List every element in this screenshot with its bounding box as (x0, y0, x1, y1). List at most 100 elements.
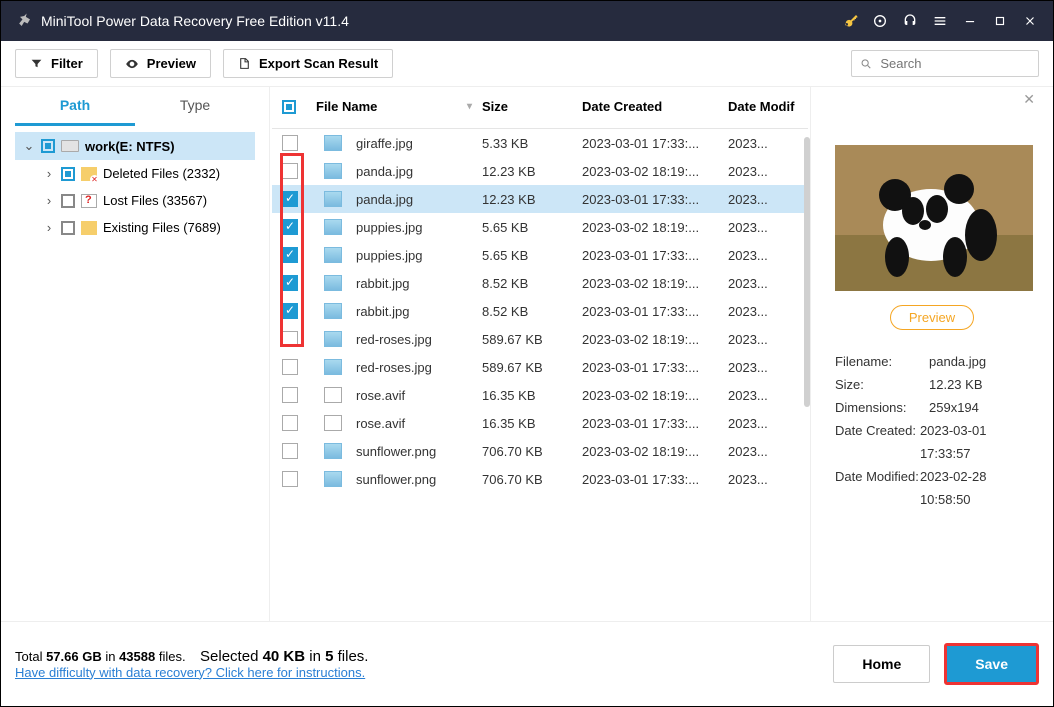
file-created: 2023-03-02 18:19:... (582, 164, 728, 179)
app-icon (15, 11, 35, 31)
filter-button[interactable]: Filter (15, 49, 98, 78)
table-row[interactable]: rose.avif16.35 KB2023-03-01 17:33:...202… (272, 409, 808, 437)
col-modified[interactable]: Date Modif (728, 99, 798, 114)
footer: Total 57.66 GB in 43588 files. Selected … (1, 621, 1053, 705)
row-checkbox[interactable] (282, 359, 298, 375)
file-modified: 2023... (728, 416, 798, 431)
table-row[interactable]: sunflower.png706.70 KB2023-03-02 18:19:.… (272, 437, 808, 465)
preview-metadata: Filename:panda.jpg Size:12.23 KB Dimensi… (835, 350, 1029, 511)
maximize-button[interactable] (985, 7, 1015, 35)
sort-icon: ▾ (467, 101, 472, 112)
col-created[interactable]: Date Created (582, 99, 728, 114)
tab-path[interactable]: Path (15, 87, 135, 126)
caret-down-icon: ⌄ (23, 138, 35, 154)
folder-lost-icon (81, 194, 97, 208)
file-modified: 2023... (728, 472, 798, 487)
file-size: 5.65 KB (482, 220, 582, 235)
table-row[interactable]: red-roses.jpg589.67 KB2023-03-02 18:19:.… (272, 325, 808, 353)
table-row[interactable]: rabbit.jpg8.52 KB2023-03-02 18:19:...202… (272, 269, 808, 297)
preview-open-button[interactable]: Preview (890, 305, 974, 330)
table-row[interactable]: giraffe.jpg5.33 KB2023-03-01 17:33:...20… (272, 129, 808, 157)
toolbar: Filter Preview Export Scan Result (1, 41, 1053, 87)
file-name: sunflower.png (356, 444, 436, 459)
meta-modified-value: 2023-02-28 10:58:50 (920, 465, 1029, 511)
close-preview-button[interactable]: ✕ (1023, 91, 1035, 108)
table-row[interactable]: panda.jpg12.23 KB2023-03-02 18:19:...202… (272, 157, 808, 185)
save-button[interactable]: Save (944, 643, 1039, 685)
row-checkbox[interactable] (282, 191, 298, 207)
row-checkbox[interactable] (282, 247, 298, 263)
file-size: 706.70 KB (482, 472, 582, 487)
file-icon (324, 163, 342, 179)
key-icon[interactable] (835, 7, 865, 35)
row-checkbox[interactable] (282, 219, 298, 235)
scrollbar[interactable] (804, 137, 810, 407)
row-checkbox[interactable] (282, 303, 298, 319)
row-checkbox[interactable] (282, 331, 298, 347)
preview-button[interactable]: Preview (110, 49, 211, 78)
meta-dim-value: 259x194 (929, 396, 979, 419)
search-input[interactable] (880, 56, 1030, 71)
file-size: 8.52 KB (482, 304, 582, 319)
file-icon (324, 275, 342, 291)
file-name: giraffe.jpg (356, 136, 413, 151)
header-checkbox[interactable] (282, 100, 296, 114)
file-size: 12.23 KB (482, 164, 582, 179)
close-button[interactable] (1015, 7, 1045, 35)
table-row[interactable]: puppies.jpg5.65 KB2023-03-02 18:19:...20… (272, 213, 808, 241)
checkbox-empty[interactable] (61, 194, 75, 208)
folder-icon (81, 221, 97, 235)
tree-root[interactable]: ⌄ work(E: NTFS) (15, 132, 255, 160)
minimize-button[interactable] (955, 7, 985, 35)
table-row[interactable]: panda.jpg12.23 KB2023-03-01 17:33:...202… (272, 185, 808, 213)
home-button[interactable]: Home (833, 645, 930, 683)
tree-existing[interactable]: › Existing Files (7689) (15, 214, 255, 241)
table-row[interactable]: red-roses.jpg589.67 KB2023-03-01 17:33:.… (272, 353, 808, 381)
meta-filename-label: Filename: (835, 350, 929, 373)
checkbox-partial[interactable] (61, 167, 75, 181)
file-icon (324, 387, 342, 403)
checkbox-partial[interactable] (41, 139, 55, 153)
table-row[interactable]: rose.avif16.35 KB2023-03-02 18:19:...202… (272, 381, 808, 409)
row-checkbox[interactable] (282, 387, 298, 403)
row-checkbox[interactable] (282, 443, 298, 459)
caret-right-icon: › (43, 193, 55, 208)
file-modified: 2023... (728, 164, 798, 179)
file-icon (324, 219, 342, 235)
file-modified: 2023... (728, 248, 798, 263)
file-size: 16.35 KB (482, 416, 582, 431)
tree-item-label: Lost Files (33567) (103, 193, 207, 208)
file-icon (324, 471, 342, 487)
tab-type[interactable]: Type (135, 87, 255, 126)
row-checkbox[interactable] (282, 163, 298, 179)
tree-lost[interactable]: › Lost Files (33567) (15, 187, 255, 214)
row-checkbox[interactable] (282, 135, 298, 151)
col-size[interactable]: Size (482, 99, 582, 114)
table-row[interactable]: sunflower.png706.70 KB2023-03-01 17:33:.… (272, 465, 808, 493)
tree-root-label: work(E: NTFS) (85, 139, 175, 154)
table-row[interactable]: puppies.jpg5.65 KB2023-03-01 17:33:...20… (272, 241, 808, 269)
help-link[interactable]: Have difficulty with data recovery? Clic… (15, 665, 365, 680)
row-checkbox[interactable] (282, 415, 298, 431)
row-checkbox[interactable] (282, 471, 298, 487)
file-created: 2023-03-02 18:19:... (582, 276, 728, 291)
file-modified: 2023... (728, 304, 798, 319)
row-checkbox[interactable] (282, 275, 298, 291)
menu-icon[interactable] (925, 7, 955, 35)
table-row[interactable]: rabbit.jpg8.52 KB2023-03-01 17:33:...202… (272, 297, 808, 325)
file-created: 2023-03-01 17:33:... (582, 360, 728, 375)
col-name[interactable]: File Name (316, 99, 377, 114)
checkbox-empty[interactable] (61, 221, 75, 235)
file-created: 2023-03-01 17:33:... (582, 304, 728, 319)
headset-icon[interactable] (895, 7, 925, 35)
tree-item-label: Deleted Files (2332) (103, 166, 220, 181)
filter-label: Filter (51, 56, 83, 71)
file-name: rabbit.jpg (356, 276, 409, 291)
tree-deleted[interactable]: › Deleted Files (2332) (15, 160, 255, 187)
search-box[interactable] (851, 50, 1039, 77)
file-modified: 2023... (728, 388, 798, 403)
file-modified: 2023... (728, 136, 798, 151)
export-button[interactable]: Export Scan Result (223, 49, 393, 78)
file-icon (324, 135, 342, 151)
disc-icon[interactable] (865, 7, 895, 35)
